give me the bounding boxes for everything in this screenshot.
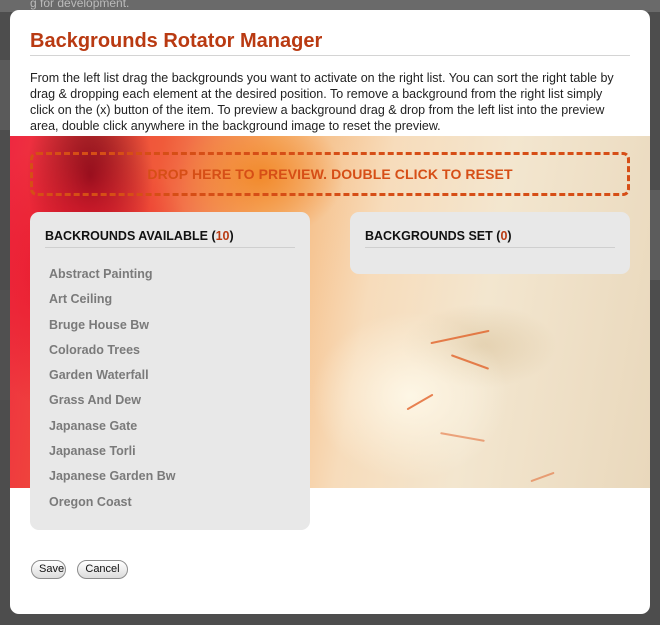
backgrounds-rotator-modal: Backgrounds Rotator Manager From the lef… bbox=[10, 10, 650, 614]
background-item[interactable]: Japanase Gate bbox=[49, 418, 175, 443]
background-item[interactable]: Japanese Garden Bw bbox=[49, 468, 175, 493]
backgrounds-set-panel[interactable]: BACKGROUNDS SET (0) bbox=[350, 212, 630, 274]
available-divider bbox=[45, 247, 295, 248]
paint-stroke bbox=[530, 471, 555, 483]
background-item[interactable]: Colorado Trees bbox=[49, 342, 175, 367]
available-heading-label: BACKROUNDS AVAILABLE bbox=[45, 229, 208, 243]
background-page-text: g for development. bbox=[30, 0, 130, 10]
background-item[interactable]: Art Ceiling bbox=[49, 291, 175, 316]
background-item[interactable]: Garden Waterfall bbox=[49, 367, 175, 392]
background-item[interactable]: Japanase Torli bbox=[49, 443, 175, 468]
background-item[interactable]: Grass And Dew bbox=[49, 392, 175, 417]
backgrounds-available-panel: BACKROUNDS AVAILABLE (10) Abstract Paint… bbox=[30, 212, 310, 530]
available-heading: BACKROUNDS AVAILABLE (10) bbox=[45, 229, 234, 243]
available-count: 10 bbox=[215, 229, 230, 243]
paint-stroke bbox=[430, 329, 490, 345]
preview-drop-zone[interactable]: DROP HERE TO PREVIEW. DOUBLE CLICK TO RE… bbox=[30, 152, 630, 196]
set-count: 0 bbox=[500, 229, 508, 243]
paint-stroke bbox=[440, 432, 485, 442]
background-page-sidebar-lower bbox=[0, 290, 10, 400]
save-button[interactable]: Save bbox=[31, 560, 66, 579]
background-item[interactable]: Bruge House Bw bbox=[49, 317, 175, 342]
cancel-button[interactable]: Cancel bbox=[77, 560, 128, 579]
drop-zone-label: DROP HERE TO PREVIEW. DOUBLE CLICK TO RE… bbox=[147, 166, 513, 182]
available-list: Abstract Painting Art Ceiling Bruge House … bbox=[49, 266, 175, 519]
set-heading-label: BACKGROUNDS SET bbox=[365, 229, 493, 243]
paint-stroke bbox=[450, 354, 490, 370]
background-page-sidebar bbox=[0, 60, 10, 130]
title-divider bbox=[30, 55, 630, 56]
modal-title: Backgrounds Rotator Manager bbox=[30, 30, 323, 52]
instructions-text: From the left list drag the backgrounds … bbox=[30, 71, 614, 133]
background-item[interactable]: Abstract Painting bbox=[49, 266, 175, 291]
set-divider bbox=[365, 247, 615, 248]
background-page-right-block bbox=[650, 190, 660, 280]
paint-stroke bbox=[406, 393, 434, 411]
set-heading: BACKGROUNDS SET (0) bbox=[365, 229, 512, 243]
background-item[interactable]: Oregon Coast bbox=[49, 494, 175, 519]
